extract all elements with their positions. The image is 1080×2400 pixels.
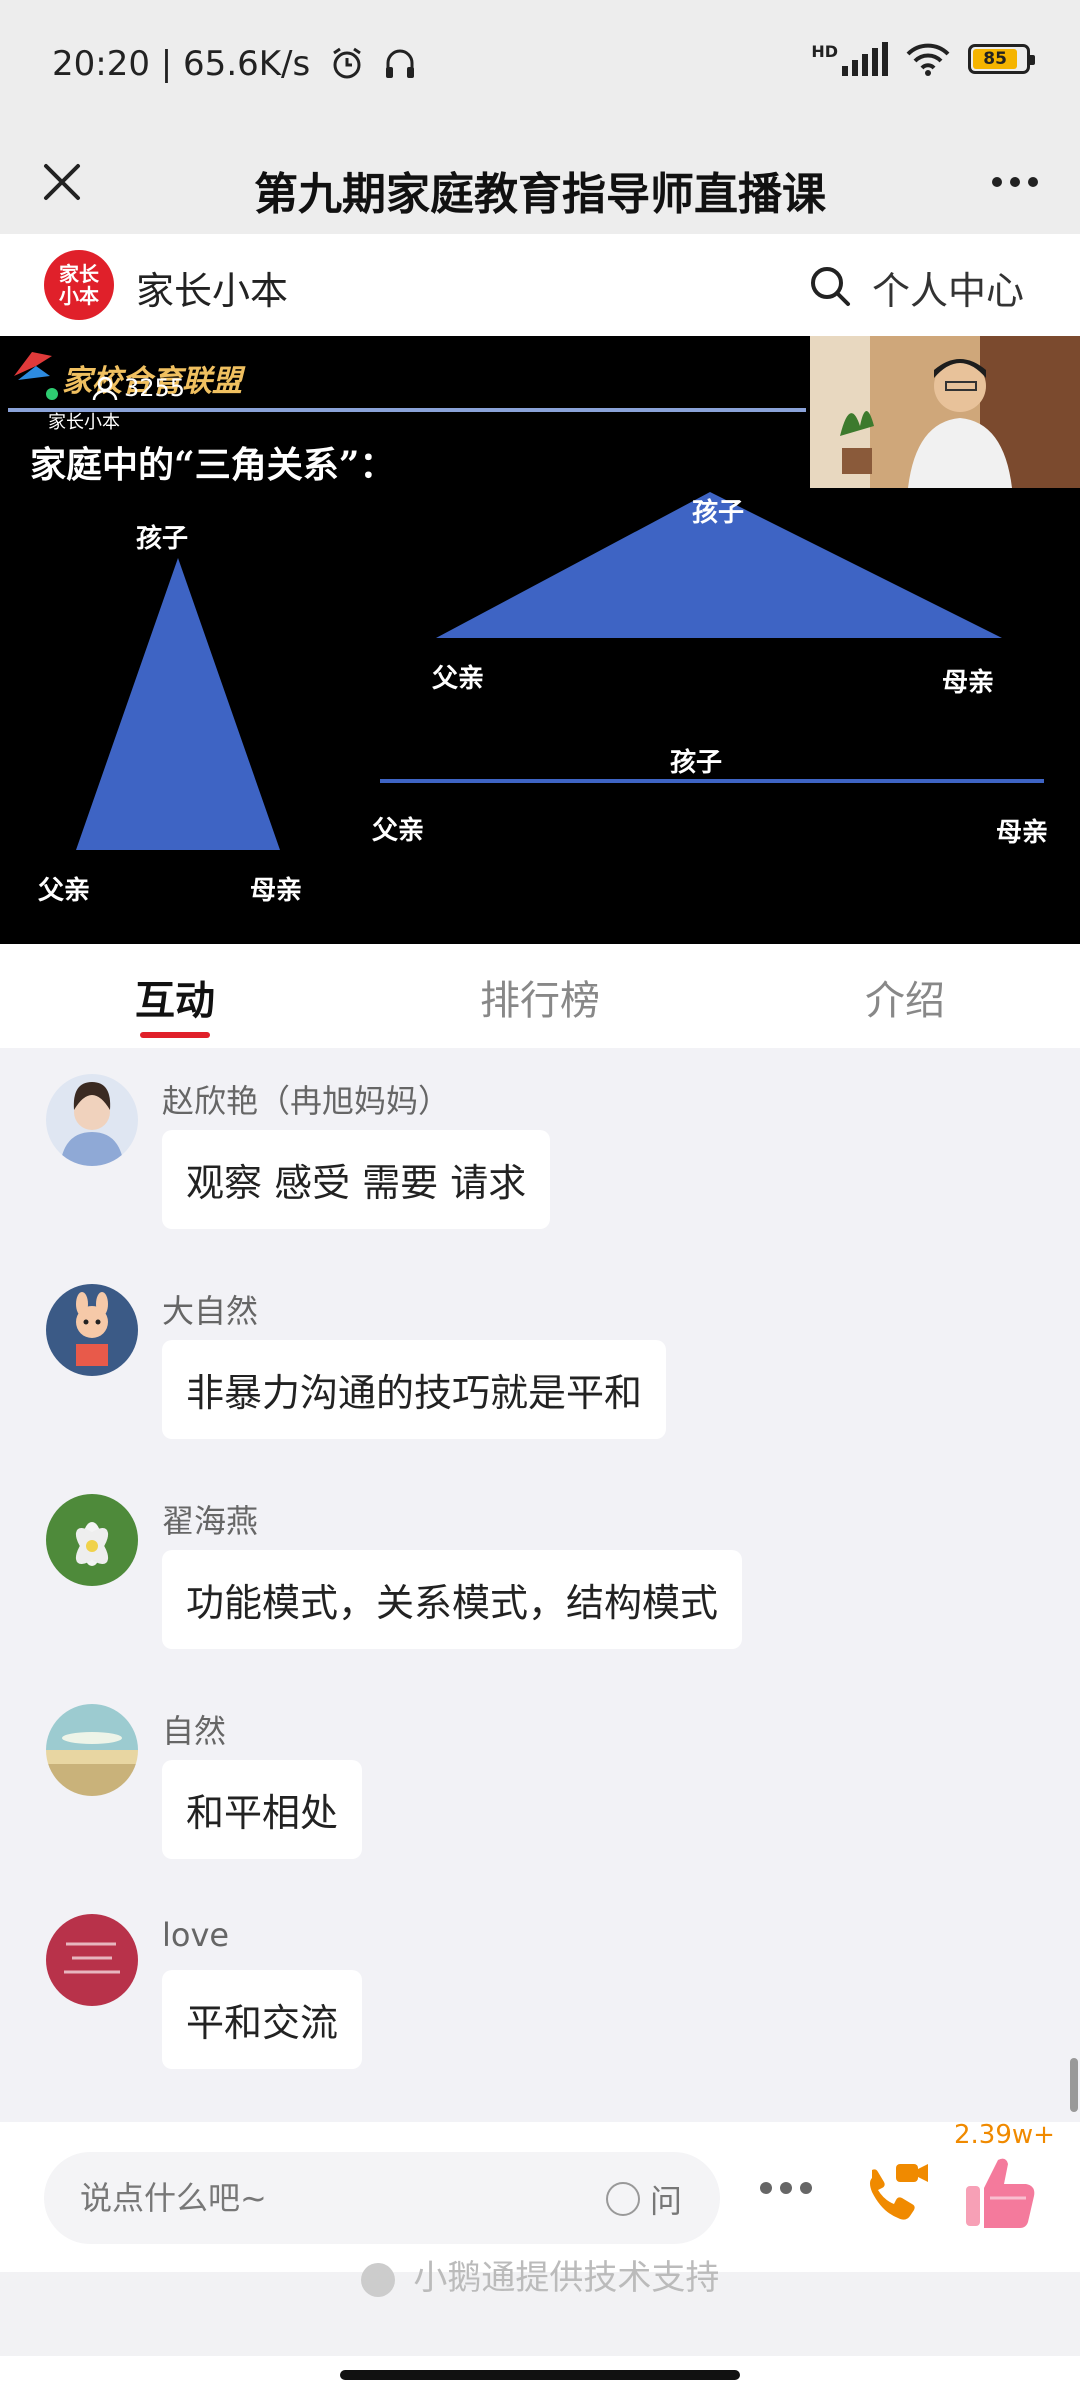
message-bubble[interactable]: 功能模式，关系模式，结构模式 — [162, 1550, 743, 1649]
label-child-2: 孩子 — [692, 498, 745, 528]
comment-input[interactable] — [80, 2172, 600, 2224]
avatar-image — [46, 1914, 138, 2006]
comment-input-box[interactable]: 问 — [44, 2152, 720, 2244]
woman-portrait-avatar[interactable] — [46, 1074, 138, 1166]
alarm-icon — [333, 47, 361, 79]
chat-scrollbar[interactable] — [1070, 2058, 1078, 2112]
live-video-player[interactable]: 家校合育联盟 家长小本 3255 家庭中的“三角关系”： 孩子 父亲 母亲 孩子… — [0, 336, 1080, 944]
ask-radio[interactable] — [606, 2182, 640, 2216]
triangle-tall — [76, 558, 280, 850]
more-options-button[interactable] — [980, 150, 1050, 214]
watermark-text: 家长小本 — [48, 412, 120, 433]
personal-center-link[interactable]: 个人中心 — [872, 260, 1024, 315]
title-bar: 第九期家庭教育指导师直播课 — [0, 130, 1080, 234]
label-father-3: 父亲 — [372, 816, 425, 846]
avatar-image — [46, 1284, 138, 1376]
search-icon[interactable] — [806, 262, 854, 310]
headphones-icon — [385, 49, 414, 78]
status-icons: HD 85 — [811, 42, 1035, 76]
status-bar: 20:20 | 65.6K/s HD 85 — [0, 0, 1080, 130]
avatar-image — [46, 1704, 138, 1796]
more-dot — [1010, 177, 1020, 187]
label-mother-3: 母亲 — [996, 818, 1049, 848]
avatar-image — [46, 1494, 138, 1586]
xiaoetong-logo-icon — [360, 2262, 395, 2297]
lotus-flower-avatar[interactable] — [46, 1494, 138, 1586]
battery-icon: 85 — [968, 44, 1035, 74]
label-child-3: 孩子 — [670, 748, 723, 778]
powered-by-text: 小鹅通提供技术支持 — [413, 2258, 720, 2298]
app-name[interactable]: 家长小本 — [136, 260, 288, 315]
status-time-text: 20:20 | 65.6K/s — [52, 44, 311, 84]
more-dot — [760, 2182, 772, 2194]
avatar-image — [46, 1074, 138, 1166]
tab-bar: 互动 排行榜 介绍 — [0, 944, 1080, 1048]
message-bubble[interactable]: 和平相处 — [162, 1760, 363, 1859]
red-calligraphy-avatar[interactable] — [46, 1914, 138, 2006]
page-title: 第九期家庭教育指导师直播课 — [254, 169, 826, 220]
message-author: 自然 — [162, 1712, 227, 1750]
label-mother-2: 母亲 — [942, 668, 995, 698]
thumbs-up-icon[interactable] — [962, 2152, 1038, 2232]
tab-introduction[interactable]: 介绍 — [730, 944, 1080, 1048]
signal-icon — [842, 42, 888, 76]
more-dot — [800, 2182, 812, 2194]
home-indicator[interactable] — [340, 2370, 740, 2380]
seascape-avatar[interactable] — [46, 1704, 138, 1796]
more-dot — [1028, 177, 1038, 187]
chat-list[interactable]: 赵欣艳（冉旭妈妈） 观察 感受 需要 请求 大自然 非暴力沟通的技巧就是平和 翟… — [0, 1048, 1080, 2122]
label-mother-1: 母亲 — [250, 876, 303, 906]
message-bubble[interactable]: 观察 感受 需要 请求 — [162, 1130, 551, 1229]
ask-question-toggle[interactable]: 问 — [606, 2176, 682, 2222]
viewer-icon — [92, 376, 118, 401]
more-dot — [992, 177, 1002, 187]
label-father-1: 父亲 — [38, 876, 91, 906]
more-actions-button[interactable] — [760, 2182, 812, 2194]
slide-title: 家庭中的“三角关系”： — [30, 444, 396, 486]
video-call-icon[interactable] — [860, 2156, 932, 2228]
app-logo[interactable]: 家长小本 — [44, 250, 114, 320]
network-type-label: HD — [811, 42, 838, 61]
wifi-icon — [906, 43, 950, 76]
viewer-count: 3255 — [92, 374, 185, 402]
message-author: 翟海燕 — [162, 1502, 259, 1540]
label-father-2: 父亲 — [432, 664, 485, 694]
message-bubble[interactable]: 非暴力沟通的技巧就是平和 — [162, 1340, 667, 1439]
message-author: love — [162, 1916, 230, 1954]
message-author: 赵欣艳（冉旭妈妈） — [162, 1082, 451, 1120]
system-nav-strip — [0, 2356, 1080, 2400]
more-dot — [780, 2182, 792, 2194]
cartoon-figure-avatar[interactable] — [46, 1284, 138, 1376]
message-bubble[interactable]: 平和交流 — [162, 1970, 363, 2069]
presenter-image — [810, 336, 1080, 488]
label-child-1: 孩子 — [136, 524, 189, 554]
ask-label: 问 — [650, 2182, 683, 2220]
message-author: 大自然 — [162, 1292, 259, 1330]
battery-level: 85 — [973, 49, 1018, 69]
viewer-count-value: 3255 — [124, 374, 186, 402]
alliance-bird-icon — [14, 352, 52, 380]
app-header: 家长小本 家长小本 个人中心 — [0, 234, 1080, 336]
tab-interaction[interactable]: 互动 — [0, 944, 350, 1048]
status-time: 20:20 | 65.6K/s — [52, 44, 418, 84]
powered-by-footer: 小鹅通提供技术支持 — [0, 2250, 1080, 2320]
live-indicator — [46, 388, 58, 400]
like-count: 2.39w+ — [954, 2120, 1055, 2150]
app-logo-text: 家长小本 — [59, 262, 99, 308]
tab-leaderboard[interactable]: 排行榜 — [350, 944, 730, 1048]
presenter-pip-video[interactable] — [810, 336, 1080, 488]
